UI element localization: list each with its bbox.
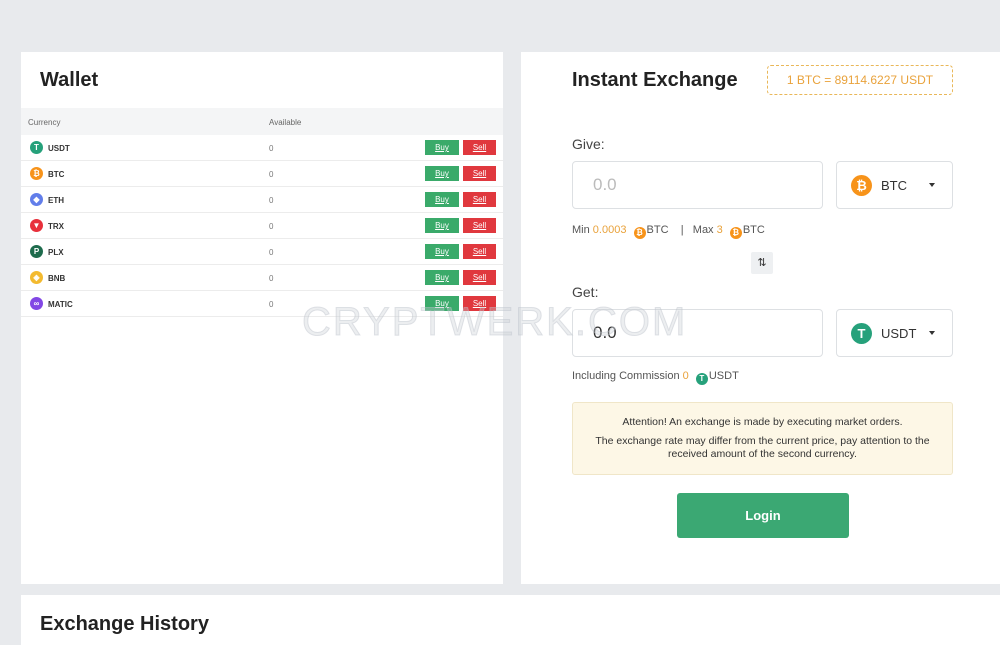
give-amount-input[interactable] — [572, 161, 823, 209]
give-limits: Min 0.0003 ₿ BTC | Max 3 ₿ BTC — [572, 224, 765, 239]
buy-button[interactable]: Buy — [425, 166, 459, 181]
buy-button[interactable]: Buy — [425, 140, 459, 155]
sell-button[interactable]: Sell — [463, 192, 496, 207]
min-currency: BTC — [646, 224, 669, 236]
tether-icon: T — [851, 323, 872, 344]
sell-button[interactable]: Sell — [463, 244, 496, 259]
exchange-title: Instant Exchange — [572, 69, 738, 91]
bitcoin-icon: ₿ — [851, 175, 872, 196]
column-header-currency: Currency — [28, 118, 61, 127]
tether-icon: T — [695, 373, 708, 385]
get-currency-name: USDT — [881, 326, 917, 341]
give-currency-name: BTC — [881, 178, 907, 193]
buy-button[interactable]: Buy — [425, 192, 459, 207]
notice-line-1: Attention! An exchange is made by execut… — [622, 416, 903, 428]
wallet-row: ▼ TRX 0 Buy Sell — [21, 213, 503, 239]
sell-button[interactable]: Sell — [463, 270, 496, 285]
max-currency: BTC — [742, 224, 765, 236]
currency-symbol: TRX — [48, 222, 64, 231]
available-balance: 0 — [269, 274, 274, 283]
commission-currency: USDT — [708, 370, 739, 382]
swap-currencies-button[interactable]: ⇅ — [751, 252, 773, 274]
available-balance: 0 — [269, 222, 274, 231]
available-balance: 0 — [269, 170, 274, 179]
get-label: Get: — [572, 284, 599, 300]
get-amount-input[interactable] — [572, 309, 823, 357]
commission-info: Including Commission 0 T USDT — [572, 370, 739, 385]
give-currency-select[interactable]: ₿ BTC — [836, 161, 953, 209]
exchange-history-title: Exchange History — [40, 613, 209, 635]
buy-button[interactable]: Buy — [425, 296, 459, 311]
login-button[interactable]: Login — [677, 493, 849, 538]
bitcoin-icon: ₿ — [729, 227, 742, 239]
swap-arrows-icon: ⇅ — [757, 257, 767, 269]
bitcoin-icon: ₿ — [30, 167, 43, 180]
available-balance: 0 — [269, 196, 274, 205]
sell-button[interactable]: Sell — [463, 140, 496, 155]
wallet-row: ◈ BNB 0 Buy Sell — [21, 265, 503, 291]
chevron-down-icon — [929, 331, 935, 335]
plx-icon: P — [30, 245, 43, 258]
exchange-rate-badge: 1 BTC = 89114.6227 USDT — [767, 65, 953, 95]
exchange-card: Instant Exchange 1 BTC = 89114.6227 USDT… — [521, 52, 1000, 584]
ethereum-icon: ◆ — [30, 193, 43, 206]
max-value: 3 — [716, 224, 723, 236]
sell-button[interactable]: Sell — [463, 166, 496, 181]
currency-symbol: PLX — [48, 248, 64, 257]
tether-icon: T — [30, 141, 43, 154]
currency-symbol: ETH — [48, 196, 64, 205]
min-value: 0.0003 — [592, 224, 627, 236]
give-label: Give: — [572, 136, 605, 152]
column-header-available: Available — [269, 118, 302, 127]
wallet-table-header: Currency Available — [21, 108, 503, 135]
sell-button[interactable]: Sell — [463, 218, 496, 233]
buy-button[interactable]: Buy — [425, 270, 459, 285]
wallet-title: Wallet — [40, 69, 99, 91]
wallet-row: P PLX 0 Buy Sell — [21, 239, 503, 265]
wallet-card: Wallet Currency Available T USDT 0 Buy Sell ₿… — [21, 52, 503, 584]
tron-icon: ▼ — [30, 219, 43, 232]
sell-button[interactable]: Sell — [463, 296, 496, 311]
matic-icon: ∞ — [30, 297, 43, 310]
wallet-row: T USDT 0 Buy Sell — [21, 135, 503, 161]
bnb-icon: ◈ — [30, 271, 43, 284]
exchange-history-card: Exchange History — [21, 595, 1000, 645]
buy-button[interactable]: Buy — [425, 244, 459, 259]
commission-label: Including Commission — [572, 370, 680, 382]
wallet-row: ∞ MATIC 0 Buy Sell — [21, 291, 503, 317]
bitcoin-icon: ₿ — [633, 227, 646, 239]
available-balance: 0 — [269, 300, 274, 309]
exchange-notice: Attention! An exchange is made by execut… — [572, 402, 953, 475]
currency-symbol: MATIC — [48, 300, 73, 309]
limit-separator: | — [680, 224, 684, 236]
currency-symbol: BTC — [48, 170, 65, 179]
notice-line-2: The exchange rate may differ from the cu… — [595, 435, 930, 460]
currency-symbol: USDT — [48, 144, 70, 153]
wallet-table-body: T USDT 0 Buy Sell ₿ BTC 0 Buy Sell ◆ ETH 0 Buy Sell ▼ TR… — [21, 135, 503, 317]
buy-button[interactable]: Buy — [425, 218, 459, 233]
max-label: Max — [692, 224, 714, 236]
get-currency-select[interactable]: T USDT — [836, 309, 953, 357]
chevron-down-icon — [929, 183, 935, 187]
available-balance: 0 — [269, 248, 274, 257]
min-label: Min — [572, 224, 590, 236]
commission-value: 0 — [682, 370, 689, 382]
available-balance: 0 — [269, 144, 274, 153]
wallet-row: ₿ BTC 0 Buy Sell — [21, 161, 503, 187]
wallet-row: ◆ ETH 0 Buy Sell — [21, 187, 503, 213]
currency-symbol: BNB — [48, 274, 66, 283]
